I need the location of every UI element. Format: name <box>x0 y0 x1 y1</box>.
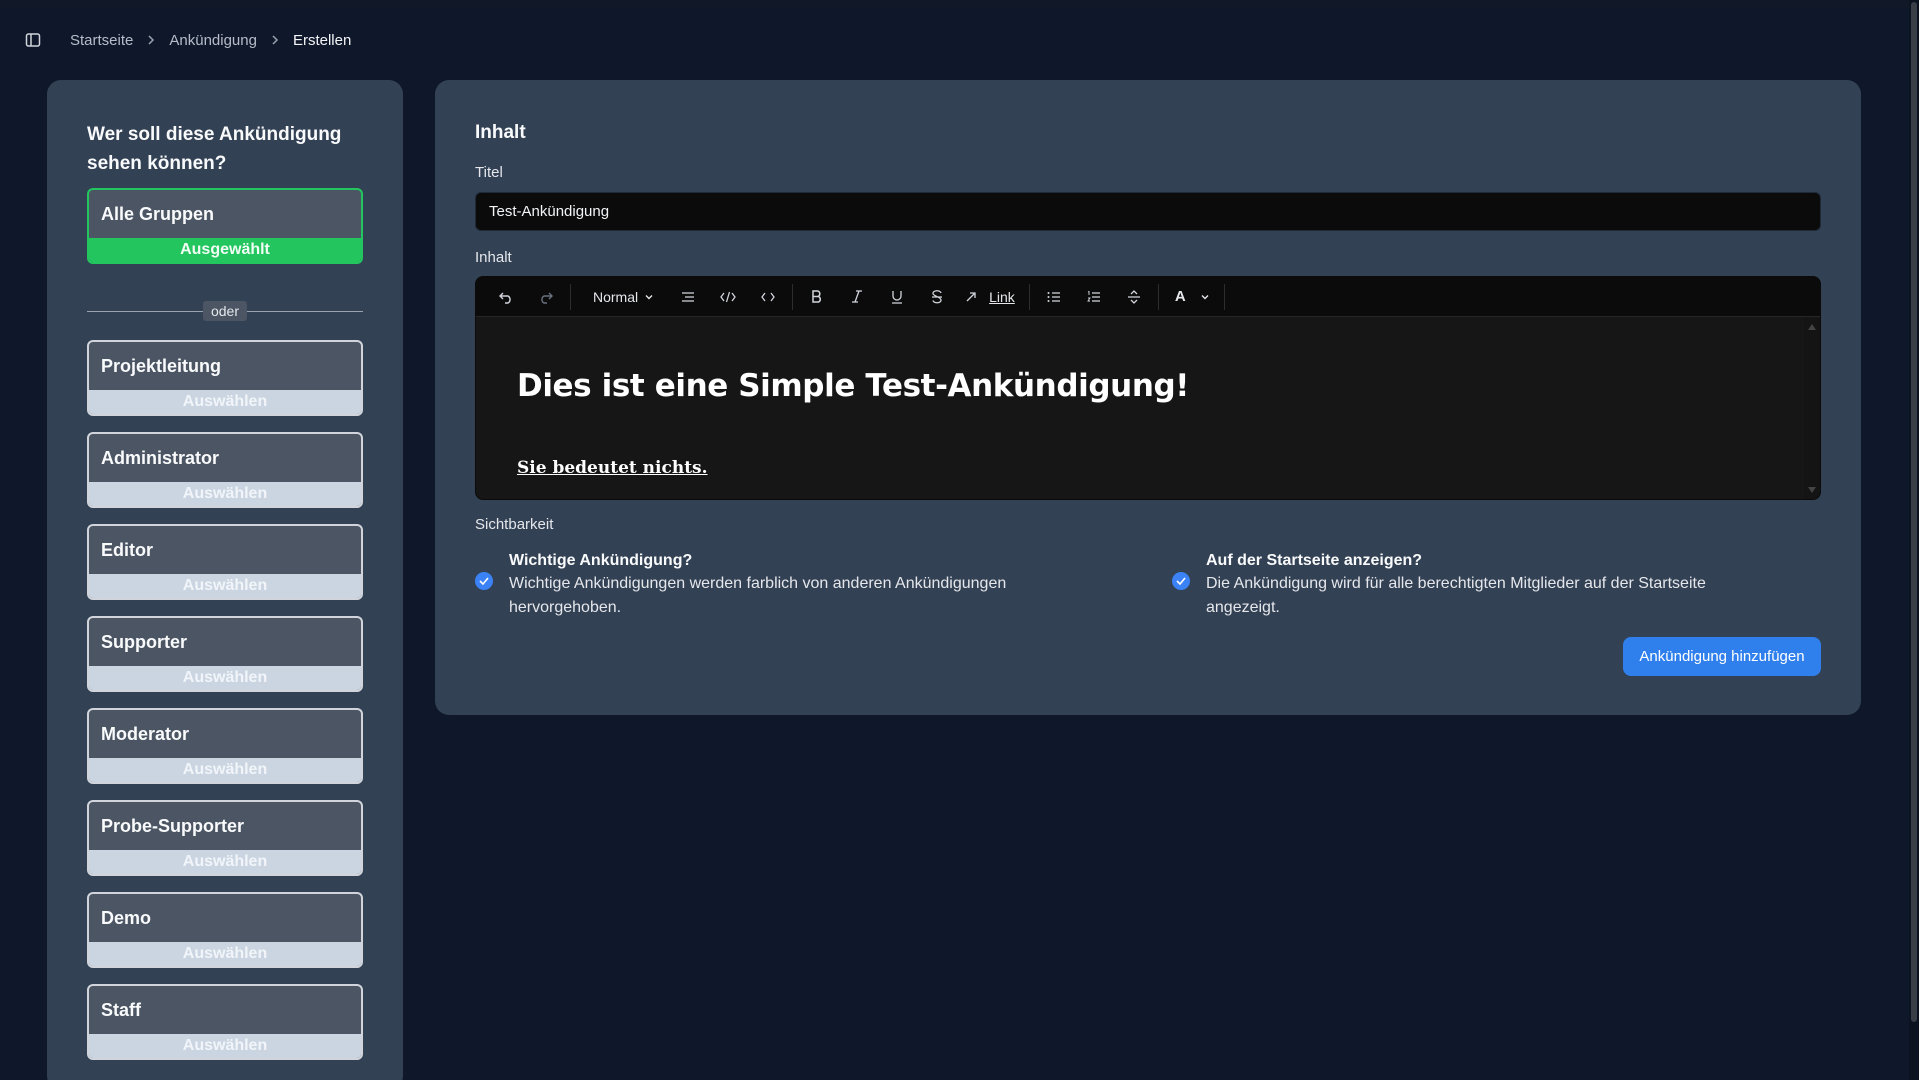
group-selection-panel: Wer soll diese Ankündigung sehen können?… <box>47 80 403 1080</box>
block-format-select[interactable]: Normal <box>575 281 668 313</box>
italic-icon[interactable] <box>837 281 877 313</box>
important-option: Wichtige Ankündigung? Wichtige Ankündigu… <box>475 550 1006 620</box>
breadcrumb-ankuendigung[interactable]: Ankündigung <box>169 32 257 49</box>
group-select-button[interactable]: Auswählen <box>89 666 361 690</box>
chevron-down-icon <box>1201 294 1209 299</box>
group-name: Alle Gruppen <box>101 204 215 224</box>
group-card-staff[interactable]: Staff Auswählen <box>87 984 363 1060</box>
horizontal-rule-icon[interactable] <box>1114 281 1154 313</box>
redo-icon[interactable] <box>526 281 566 313</box>
homepage-option: Auf der Startseite anzeigen? Die Ankündi… <box>1172 550 1706 620</box>
group-card-moderator[interactable]: Moderator Auswählen <box>87 708 363 784</box>
important-title: Wichtige Ankündigung? <box>509 552 693 569</box>
section-title: Inhalt <box>475 122 526 143</box>
editor-paragraph[interactable]: Sie bedeutet nichts. <box>517 458 708 478</box>
block-format-value: Normal <box>593 288 639 305</box>
group-name: Supporter <box>101 632 188 652</box>
align-icon[interactable] <box>668 281 708 313</box>
breadcrumb-current: Erstellen <box>292 31 352 49</box>
check-icon <box>479 577 489 585</box>
or-divider: oder <box>87 301 363 321</box>
group-card-administrator[interactable]: Administrator Auswählen <box>87 432 363 508</box>
underline-icon[interactable] <box>877 281 917 313</box>
important-checkbox[interactable] <box>475 572 493 590</box>
inline-code-icon[interactable] <box>748 281 788 313</box>
breadcrumb: Startseite Ankündigung Erstellen <box>24 28 351 52</box>
group-card-demo[interactable]: Demo Auswählen <box>87 892 363 968</box>
editor-toolbar: Normal Link A <box>476 277 1820 317</box>
homepage-title: Auf der Startseite anzeigen? <box>1206 552 1423 569</box>
chevron-right-icon <box>271 35 279 45</box>
numbered-list-icon[interactable] <box>1074 281 1114 313</box>
content-panel: Inhalt Titel Inhalt Normal <box>435 80 1861 715</box>
homepage-desc-line2: angezeigt. <box>1206 599 1280 616</box>
group-select-button[interactable]: Auswählen <box>89 1034 361 1058</box>
link-button[interactable]: Link <box>989 289 1015 305</box>
important-desc-line1: Wichtige Ankündigungen werden farblich v… <box>509 575 1007 592</box>
group-card-supporter[interactable]: Supporter Auswählen <box>87 616 363 692</box>
body-label: Inhalt <box>475 249 512 266</box>
title-input[interactable] <box>475 192 1821 231</box>
group-select-button[interactable]: Auswählen <box>89 482 361 506</box>
code-block-icon[interactable] <box>708 281 748 313</box>
font-color-icon: A <box>1174 288 1186 305</box>
editor-content[interactable]: Dies ist eine Simple Test-Ankündigung! S… <box>476 318 1804 499</box>
strikethrough-icon[interactable] <box>917 281 957 313</box>
chevron-down-icon <box>645 294 653 299</box>
important-desc-line2: hervorgehoben. <box>509 599 622 616</box>
breadcrumb-startseite[interactable]: Startseite <box>70 32 133 49</box>
group-select-button[interactable]: Auswählen <box>89 758 361 782</box>
visibility-label: Sichtbarkeit <box>475 516 554 533</box>
add-announcement-button[interactable]: Ankündigung hinzufügen <box>1623 637 1821 676</box>
group-card-probe-supporter[interactable]: Probe-Supporter Auswählen <box>87 800 363 876</box>
editor-heading[interactable]: Dies ist eine Simple Test-Ankündigung! <box>517 368 1189 404</box>
group-name: Editor <box>101 540 153 560</box>
divider-text: oder <box>202 301 248 321</box>
font-color-select[interactable]: A <box>1163 281 1220 313</box>
rich-text-editor[interactable]: Normal Link A Dies ist eine Simple Test-… <box>475 276 1821 500</box>
group-name: Demo <box>101 908 152 928</box>
group-select-button[interactable]: Auswählen <box>89 850 361 874</box>
homepage-checkbox[interactable] <box>1172 572 1190 590</box>
group-card-editor[interactable]: Editor Auswählen <box>87 524 363 600</box>
chevron-right-icon <box>147 35 155 45</box>
editor-scrollbar[interactable] <box>1804 318 1820 499</box>
panel-question: Wer soll diese Ankündigung sehen können? <box>87 124 342 174</box>
window-top-bar <box>0 0 1919 8</box>
group-name: Administrator <box>101 448 220 468</box>
group-name: Projektleitung <box>101 356 222 376</box>
group-select-button[interactable]: Auswählen <box>89 942 361 966</box>
undo-icon[interactable] <box>486 281 526 313</box>
scroll-up-icon[interactable] <box>1808 324 1816 330</box>
group-select-button[interactable]: Auswählen <box>89 574 361 598</box>
group-selected-badge: Ausgewählt <box>89 238 361 262</box>
link-icon[interactable] <box>957 281 985 313</box>
group-name: Moderator <box>101 724 190 744</box>
group-card-projektleitung[interactable]: Projektleitung Auswählen <box>87 340 363 416</box>
page-scrollbar[interactable] <box>1909 0 1919 1080</box>
sidebar-toggle-icon[interactable] <box>24 31 42 49</box>
bullet-list-icon[interactable] <box>1034 281 1074 313</box>
homepage-desc-line1: Die Ankündigung wird für alle berechtigt… <box>1206 575 1706 592</box>
bold-icon[interactable] <box>797 281 837 313</box>
group-name: Probe-Supporter <box>101 816 245 836</box>
page-scrollbar-thumb[interactable] <box>1911 2 1917 1022</box>
check-icon <box>1176 577 1186 585</box>
title-label: Titel <box>475 164 503 181</box>
group-card-alle-gruppen[interactable]: Alle Gruppen Ausgewählt <box>87 188 363 264</box>
group-name: Staff <box>101 1000 141 1020</box>
group-select-button[interactable]: Auswählen <box>89 390 361 414</box>
scroll-down-icon[interactable] <box>1808 487 1816 493</box>
